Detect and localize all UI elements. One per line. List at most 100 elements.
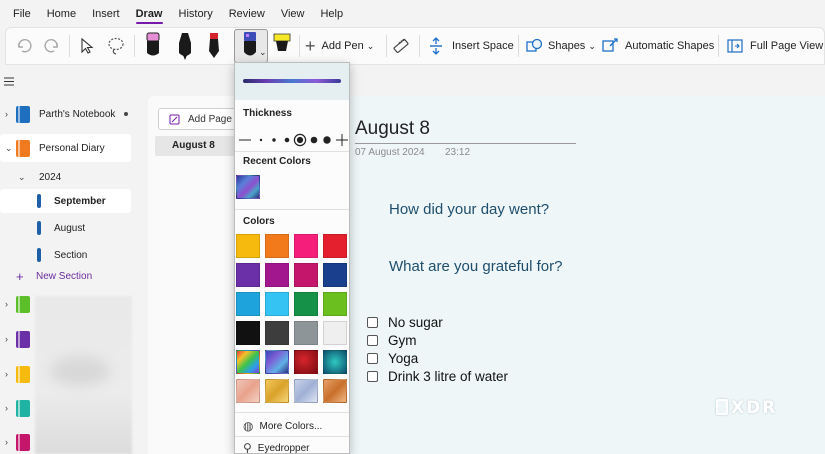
menu-view[interactable]: View <box>281 0 305 27</box>
plus-icon[interactable] <box>336 134 348 146</box>
notebook-teal[interactable]: › <box>0 394 40 422</box>
pen-galaxy-selected[interactable]: ⌄ <box>234 29 268 63</box>
color-swatch[interactable] <box>323 321 347 345</box>
color-swatch[interactable] <box>294 321 318 345</box>
navigation-toggle[interactable] <box>4 77 14 89</box>
eyedropper-label: Eyedropper <box>257 442 310 454</box>
highlighter-yellow[interactable] <box>271 28 293 64</box>
full-page-view-label: Full Page View <box>750 40 824 52</box>
new-section-button[interactable]: + New Section <box>0 264 131 288</box>
full-page-view-icon <box>727 39 743 53</box>
section-group-2024[interactable]: ⌄ 2024 <box>0 163 131 191</box>
lasso-select-button[interactable] <box>106 28 126 64</box>
color-swatch-bronze[interactable] <box>323 379 347 403</box>
color-swatch[interactable] <box>265 321 289 345</box>
color-swatch[interactable] <box>323 234 347 258</box>
automatic-shapes-button[interactable]: Automatic Shapes <box>601 28 714 64</box>
color-swatch-rainbow[interactable] <box>236 350 260 374</box>
color-swatch[interactable] <box>294 263 318 287</box>
color-swatch[interactable] <box>323 263 347 287</box>
color-swatch-galaxy[interactable] <box>265 350 289 374</box>
todo-item[interactable]: Drink 3 litre of water <box>367 369 508 384</box>
todo-item[interactable]: No sugar <box>367 315 443 330</box>
undo-button[interactable] <box>15 28 33 64</box>
menu-home[interactable]: Home <box>47 0 76 27</box>
checkbox[interactable] <box>367 317 378 328</box>
page-item[interactable]: August 8 <box>155 136 235 156</box>
section-september[interactable]: September <box>0 189 131 213</box>
notebook-personal-diary[interactable]: ⌄ Personal Diary <box>0 134 131 162</box>
select-tool-button[interactable] <box>79 28 95 64</box>
color-swatch[interactable] <box>265 292 289 316</box>
color-swatch-gold[interactable] <box>265 379 289 403</box>
color-swatch-silver[interactable] <box>294 379 318 403</box>
pen-black[interactable] <box>176 28 194 64</box>
color-swatch-lava[interactable] <box>294 350 318 374</box>
thickness-option[interactable] <box>323 136 331 144</box>
section-group-label: 2024 <box>39 171 62 183</box>
redo-icon <box>44 39 58 53</box>
notebook-yellow[interactable]: › <box>0 360 40 388</box>
color-swatch[interactable] <box>236 234 260 258</box>
checkbox[interactable] <box>367 335 378 346</box>
thickness-option[interactable] <box>284 137 290 143</box>
todo-item[interactable]: Gym <box>367 333 417 348</box>
menu-insert[interactable]: Insert <box>92 0 120 27</box>
insert-space-button[interactable]: Insert Space <box>428 28 514 64</box>
color-swatch[interactable] <box>236 321 260 345</box>
full-page-view-button[interactable]: Full Page View <box>726 28 823 64</box>
notebook-green[interactable]: › <box>0 290 40 318</box>
pen-icon <box>244 32 256 56</box>
thickness-option[interactable] <box>259 138 263 142</box>
todo-label: Drink 3 litre of water <box>388 369 509 384</box>
pen-pink[interactable] <box>144 28 162 64</box>
menu-draw[interactable]: Draw <box>135 0 163 27</box>
title-underline <box>355 143 576 144</box>
thickness-selector[interactable] <box>237 133 349 147</box>
add-pen-button[interactable]: + Add Pen ⌄ <box>305 28 374 64</box>
shapes-button[interactable]: Shapes ⌄ <box>525 28 596 64</box>
add-page-button[interactable]: Add Page <box>158 108 238 130</box>
recent-color-galaxy[interactable] <box>236 175 260 199</box>
redo-button[interactable] <box>43 28 61 64</box>
chevron-right-icon: › <box>5 403 8 413</box>
menu-file[interactable]: File <box>13 0 31 27</box>
page-title[interactable]: August 8 <box>355 118 430 140</box>
color-swatch[interactable] <box>236 263 260 287</box>
color-swatch-ocean[interactable] <box>323 350 347 374</box>
chevron-down-icon: ⌄ <box>18 171 26 182</box>
menu-review[interactable]: Review <box>229 0 265 27</box>
notebook-icon <box>16 295 30 313</box>
menu-history[interactable]: History <box>179 0 213 27</box>
ruler-button[interactable] <box>392 28 410 64</box>
shapes-icon <box>526 38 543 52</box>
color-swatch[interactable] <box>265 234 289 258</box>
todo-item[interactable]: Yoga <box>367 351 418 366</box>
notebook-icon <box>16 105 30 123</box>
more-colors-button[interactable]: ◍ More Colors... <box>243 419 322 433</box>
notebook-magenta[interactable]: › <box>0 428 40 454</box>
chevron-down-icon: ⌄ <box>588 40 596 51</box>
color-swatch[interactable] <box>265 263 289 287</box>
section-august[interactable]: August <box>0 216 131 240</box>
color-swatch[interactable] <box>294 234 318 258</box>
menu-help[interactable]: Help <box>320 0 343 27</box>
color-swatch[interactable] <box>323 292 347 316</box>
plus-icon: + <box>16 268 24 284</box>
color-swatch-rose-gold[interactable] <box>236 379 260 403</box>
chevron-right-icon: › <box>5 334 8 344</box>
notebook-label: Personal Diary <box>39 142 105 154</box>
color-swatch[interactable] <box>294 292 318 316</box>
color-swatch[interactable] <box>236 292 260 316</box>
notebook-parths-notebook[interactable]: › Parth's Notebook <box>0 100 135 128</box>
checkbox[interactable] <box>367 371 378 382</box>
pen-red[interactable] <box>206 28 222 64</box>
notebook-purple[interactable]: › <box>0 325 40 353</box>
prompt-text[interactable]: How did your day went? <box>389 201 549 218</box>
checkbox[interactable] <box>367 353 378 364</box>
add-pen-label: Add Pen <box>321 40 364 52</box>
eyedropper-button[interactable]: ⚲ Eyedropper <box>243 441 310 454</box>
thickness-option[interactable] <box>310 136 318 144</box>
prompt-text[interactable]: What are you grateful for? <box>389 258 562 275</box>
thickness-option[interactable] <box>272 138 276 142</box>
